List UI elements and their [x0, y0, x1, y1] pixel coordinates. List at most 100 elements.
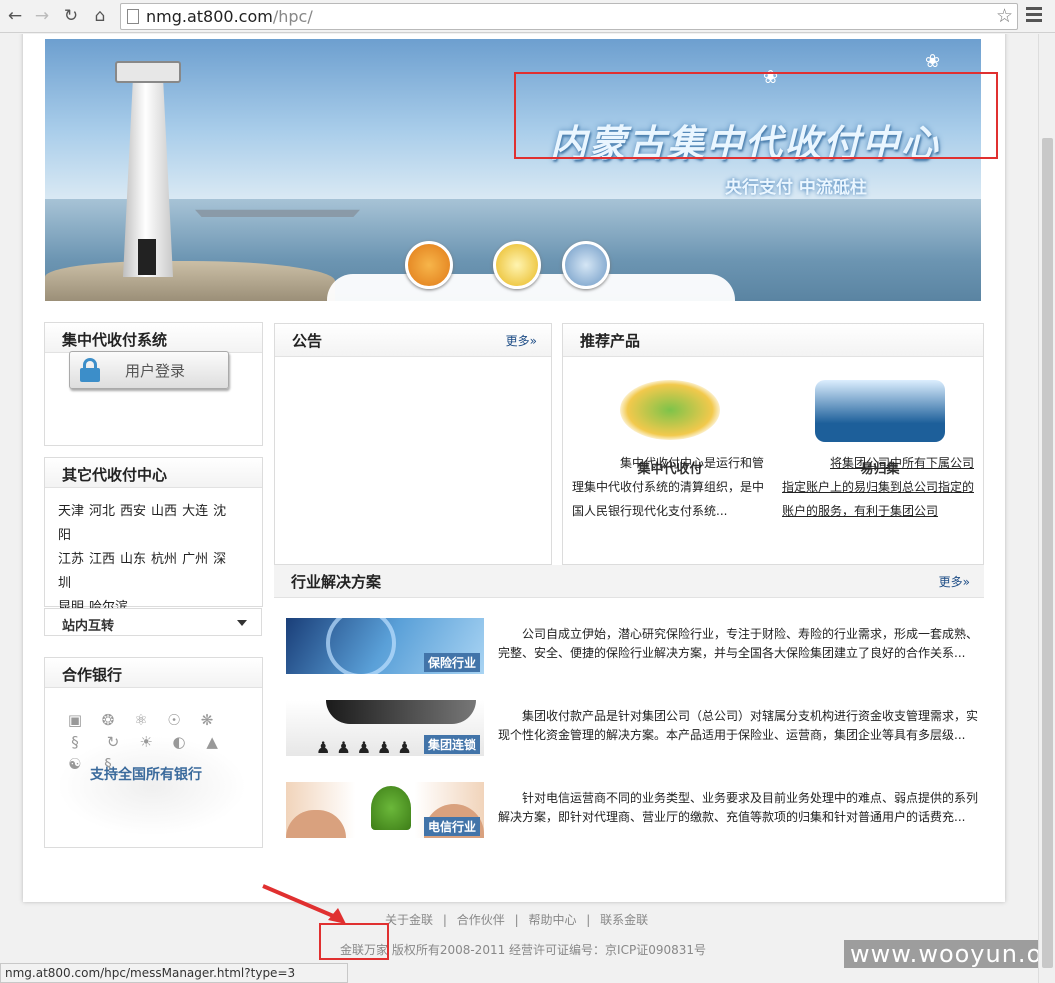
bank-logo-icon: ☉ [167, 711, 181, 729]
product-desc[interactable]: 将集团公司中所有下属公司指定账户上的易归集到总公司指定的账户的服务，有利于集团公… [782, 451, 974, 521]
footer-divider: | [442, 913, 447, 927]
solution-tag: 电信行业 [423, 817, 480, 836]
solutions-header: 行业解决方案 更多» [274, 565, 984, 598]
lock-icon [80, 358, 100, 382]
url-path: /hpc/ [272, 7, 313, 26]
solution-image: 电信行业 [286, 782, 484, 838]
status-bar-url: nmg.at800.com/hpc/messManager.html?type=… [0, 963, 348, 983]
browser-toolbar: ← → ↻ ⌂ nmg.at800.com/hpc/ ☆ [0, 0, 1055, 33]
login-label: 用户登录 [125, 362, 186, 380]
building-circle-icon[interactable] [405, 241, 453, 289]
footer-link-partners[interactable]: 合作伙伴 [457, 913, 505, 927]
city-link[interactable]: 天津 [58, 504, 84, 519]
footer-link-help[interactable]: 帮助中心 [528, 913, 576, 927]
bank-logo-icon: ⚛ [134, 711, 148, 729]
page-viewport: ❀ ❀ 内蒙古集中代收付中心 央行支付 中流砥柱 集中代收付系统 用户登录 其它… [0, 34, 1038, 983]
login-button[interactable]: 用户登录 [69, 351, 229, 389]
product-desc: 集中代收付中心是运行和管理集中代收付系统的清算组织，是中国人民银行现代化支付系统… [572, 456, 764, 518]
footer-link-contact[interactable]: 联系金联 [600, 913, 648, 927]
bank-logo-icon: ◐ [172, 733, 186, 751]
solution-tag: 保险行业 [423, 653, 480, 672]
bank-logo-icon: ↻ [106, 733, 120, 751]
footer-links: 关于金联 | 合作伙伴 | 帮助中心 | 联系金联 [385, 911, 654, 928]
city-link[interactable]: 山西 [151, 504, 177, 519]
city-list: 天津河北西安山西大连沈阳 江苏江西山东杭州广州深圳 昆明哈尔滨 [58, 500, 238, 620]
watermark: www.wooyun.org [844, 940, 1038, 968]
city-link[interactable]: 江西 [89, 552, 115, 567]
partner-banks-panel: 合作银行 ▣ ❂ ⚛ ☉ ❋§ ↻ ☀ ◐ ▲☯ § 支持全国所有银行 [44, 657, 263, 848]
solution-item[interactable]: ♟♟♟♟♟ 集团连锁 集团收付款产品是针对集团公司（总公司）对辖属分支机构进行资… [286, 700, 986, 758]
select-value: 站内互转 [62, 619, 115, 634]
product-image [575, 358, 765, 446]
site-transfer-select[interactable]: 站内互转 [44, 608, 262, 636]
solution-image: 保险行业 [286, 618, 484, 674]
bookmark-star-icon[interactable]: ☆ [996, 5, 1013, 27]
bank-logo-icon: ▣ [67, 711, 83, 729]
panel-header: 推荐产品 [563, 324, 983, 357]
page-container: ❀ ❀ 内蒙古集中代收付中心 央行支付 中流砥柱 集中代收付系统 用户登录 其它… [23, 34, 1005, 902]
more-link[interactable]: 更多» [939, 573, 970, 590]
footer-divider: | [514, 913, 519, 927]
solution-tag: 集团连锁 [423, 735, 480, 754]
address-bar[interactable]: nmg.at800.com/hpc/ ☆ [120, 3, 1018, 30]
products-panel: 推荐产品 集中代收付 集中代收付中心是运行和管理集中代收付系统的清算组织，是中国… [562, 323, 984, 565]
more-link[interactable]: 更多» [506, 332, 537, 349]
footer-link-about[interactable]: 关于金联 [385, 913, 433, 927]
city-link[interactable]: 江苏 [58, 552, 84, 567]
back-icon[interactable]: ← [4, 5, 26, 27]
bank-support-text: 支持全国所有银行 [90, 767, 202, 783]
panel-title: 公告 [292, 332, 323, 350]
panel-header: 合作银行 [45, 658, 262, 688]
notice-panel: 公告 更多» [274, 323, 552, 565]
chevron-down-icon [237, 620, 247, 626]
panel-header: 公告 更多» [275, 324, 551, 357]
section-title: 行业解决方案 [291, 573, 382, 591]
reload-icon[interactable]: ↻ [60, 5, 82, 27]
bank-logo-icon: ☀ [139, 733, 153, 751]
panel-header: 其它代收付中心 [45, 458, 262, 488]
url-host: nmg.at800.com [146, 7, 273, 26]
solution-item[interactable]: 电信行业 针对电信运营商不同的业务类型、业务要求及目前业务处理中的难点、弱点提供… [286, 782, 986, 840]
scrollbar-thumb[interactable] [1042, 138, 1053, 968]
city-link[interactable]: 山东 [120, 552, 146, 567]
solution-image: ♟♟♟♟♟ 集团连锁 [286, 700, 484, 756]
annotation-arrow-icon [262, 884, 346, 924]
bank-logo-icon: ☯ [68, 755, 82, 773]
city-link[interactable]: 杭州 [151, 552, 177, 567]
highlight-box-title [514, 72, 998, 159]
city-link[interactable]: 河北 [89, 504, 115, 519]
solution-text: 集团收付款产品是针对集团公司（总公司）对辖属分支机构进行资金收支管理需求，实现个… [498, 709, 979, 742]
rocks-image [45, 261, 335, 301]
bank-logo-icon: ❂ [101, 711, 115, 729]
scrollbar[interactable] [1038, 34, 1055, 983]
lighthouse-top [115, 61, 181, 83]
bank-logo-icon: ❋ [200, 711, 214, 729]
url-text[interactable]: nmg.at800.com/hpc/ [146, 7, 313, 26]
solution-item[interactable]: 保险行业 公司自成立伊始，潜心研究保险行业，专注于财险、寿险的行业需求，形成一套… [286, 618, 986, 676]
solution-text: 公司自成立伊始，潜心研究保险行业，专注于财险、寿险的行业需求，形成一套成熟、完整… [498, 627, 979, 660]
highlight-box-footer [319, 923, 389, 960]
home-icon[interactable]: ⌂ [89, 5, 111, 27]
city-link[interactable]: 大连 [182, 504, 208, 519]
city-link[interactable]: 广州 [182, 552, 208, 567]
other-centers-panel: 其它代收付中心 天津河北西安山西大连沈阳 江苏江西山东杭州广州深圳 昆明哈尔滨 [44, 457, 263, 615]
panel-header: 集中代收付系统 [45, 323, 262, 353]
money-circle-icon[interactable] [493, 241, 541, 289]
bank-logo-icon: § [71, 733, 79, 751]
bank-logo-icon: ▲ [206, 733, 218, 751]
lighthouse-circle-icon[interactable] [562, 241, 610, 289]
menu-icon[interactable] [1026, 7, 1042, 25]
system-panel: 集中代收付系统 用户登录 [44, 322, 263, 446]
lighthouse-door [138, 239, 156, 275]
forward-icon[interactable]: → [31, 5, 53, 27]
panel-title: 推荐产品 [580, 332, 641, 350]
panel-title: 合作银行 [62, 666, 123, 684]
copyright-text: 金联万家 版权所有2008-2011 经营许可证编号：京ICP证090831号 [340, 943, 707, 957]
banner-subtitle: 央行支付 中流砥柱 [725, 178, 867, 198]
seagull-icon: ❀ [925, 51, 941, 72]
solution-text: 针对电信运营商不同的业务类型、业务要求及目前业务处理中的难点、弱点提供的系列解决… [498, 791, 979, 824]
footer-divider: | [586, 913, 591, 927]
product-image [785, 358, 975, 446]
panel-title: 集中代收付系统 [62, 331, 168, 349]
city-link[interactable]: 西安 [120, 504, 146, 519]
